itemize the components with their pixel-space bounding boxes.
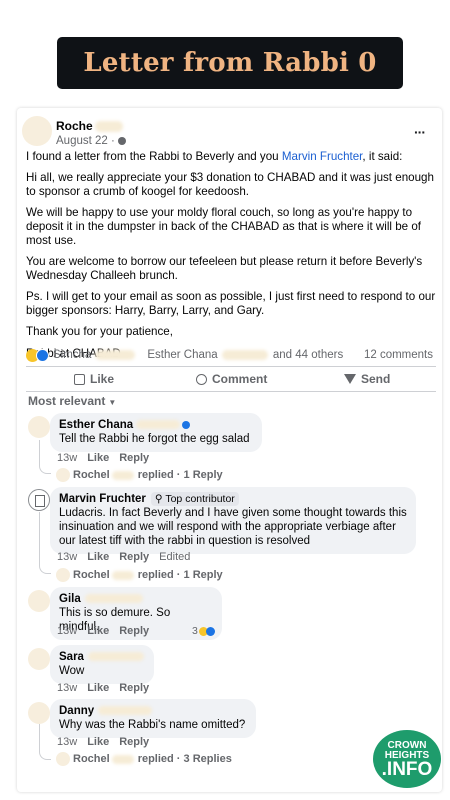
commenter-name[interactable]: Danny — [59, 704, 247, 718]
comment-bubble: Esther Chana Tell the Rabbi he forgot th… — [50, 413, 262, 452]
thread-line — [39, 440, 51, 474]
view-replies-link[interactable]: Rochel replied · 1 Reply — [56, 568, 223, 582]
more-options-icon[interactable]: ··· — [414, 124, 426, 140]
comment-like-button[interactable]: Like — [87, 736, 109, 748]
comment-button[interactable]: Comment — [196, 372, 267, 386]
comment-like-button[interactable]: Like — [87, 452, 109, 464]
post-paragraph: We will be happy to use your moldy flora… — [26, 206, 422, 247]
like-reaction-icon — [205, 626, 215, 636]
comment-reply-button[interactable]: Reply — [119, 551, 149, 563]
comment-meta: 13w Like Reply — [57, 682, 150, 694]
send-button[interactable]: Send — [344, 372, 390, 386]
comment-meta: 13w Like Reply — [57, 625, 150, 637]
send-icon — [344, 374, 356, 384]
commenter-name[interactable]: Marvin Fruchter ⚲ Top contributor — [59, 492, 407, 506]
comment-avatar[interactable] — [28, 489, 50, 511]
comment-icon — [196, 373, 207, 385]
comment-like-button[interactable]: Like — [87, 625, 109, 637]
comment-reply-button[interactable]: Reply — [119, 452, 149, 464]
post-author[interactable]: Roche — [56, 119, 123, 133]
comment-avatar[interactable] — [28, 416, 50, 438]
post-body: I found a letter from the Rabbi to Bever… — [26, 150, 436, 368]
comment-text: Wow — [59, 665, 85, 677]
mention-link[interactable]: Marvin Fruchter — [282, 150, 363, 163]
reaction-names[interactable]: Simcha Esther Chana and 44 others — [53, 349, 343, 361]
reaction-bar: Simcha Esther Chana and 44 others 12 comm… — [26, 348, 436, 364]
verified-icon — [182, 420, 191, 429]
comment-reply-button[interactable]: Reply — [119, 682, 149, 694]
view-replies-link[interactable]: Rochel replied · 3 Replies — [56, 752, 232, 766]
reaction-icons[interactable] — [26, 349, 52, 362]
comment-like-button[interactable]: Like — [87, 551, 109, 563]
crown-heights-logo: CROWN HEIGHTS .INFO — [373, 730, 441, 788]
top-contributor-badge: ⚲ Top contributor — [150, 492, 239, 506]
comment-reply-button[interactable]: Reply — [119, 736, 149, 748]
comment-sort-dropdown[interactable]: Most relevant ▼ — [28, 394, 116, 408]
redacted-name — [94, 121, 123, 133]
like-reaction-icon — [36, 349, 49, 362]
chevron-down-icon: ▼ — [108, 398, 117, 407]
like-button[interactable]: Like — [74, 372, 114, 386]
comment-meta: 13w Like Reply Edited — [57, 551, 191, 563]
commenter-name[interactable]: Esther Chana — [59, 418, 253, 432]
post-actions: Like Comment Send — [26, 366, 436, 392]
comment-avatar[interactable] — [28, 648, 50, 670]
post-paragraph: Hi all, we really appreciate your $3 don… — [26, 171, 434, 198]
commenter-name[interactable]: Gila — [59, 592, 213, 606]
comment-meta: 13w Like Reply — [57, 736, 150, 748]
globe-icon — [117, 136, 126, 145]
thumbs-up-icon — [74, 373, 85, 385]
comment-bubble: Sara Wow — [50, 645, 154, 684]
comment-text: Tell the Rabbi he forgot the egg salad — [59, 433, 250, 445]
post-paragraph: Ps. I will get to your email as soon as … — [26, 290, 436, 317]
post-timestamp[interactable]: August 22 · — [56, 135, 126, 147]
comment-bubble: Marvin Fruchter ⚲ Top contributor Ludacri… — [50, 487, 416, 554]
banner-title: Letter from Rabbi 0 — [83, 48, 377, 78]
comment-avatar[interactable] — [28, 702, 50, 724]
comment-count[interactable]: 12 comments — [364, 349, 433, 361]
comment-avatar[interactable] — [28, 590, 50, 612]
comment-meta: 13w Like Reply — [57, 452, 150, 464]
post-paragraph: You are welcome to borrow our tefeeleen … — [26, 255, 423, 282]
comment-bubble: Danny Why was the Rabbi's name omitted? — [50, 699, 256, 738]
title-banner: Letter from Rabbi 0 — [57, 37, 403, 89]
view-replies-link[interactable]: Rochel replied · 1 Reply — [56, 468, 223, 482]
comment-text: Ludacris. In fact Beverly and I have giv… — [59, 507, 407, 547]
post-paragraph: Thank you for your patience, — [26, 325, 173, 338]
thread-line — [39, 512, 51, 574]
post-intro: I found a letter from the Rabbi to Bever… — [26, 150, 403, 163]
post-author-avatar[interactable] — [22, 116, 52, 146]
comment-reaction-count[interactable]: 3 — [192, 625, 215, 637]
commenter-name[interactable]: Sara — [59, 650, 145, 664]
comment-like-button[interactable]: Like — [87, 682, 109, 694]
comment-reply-button[interactable]: Reply — [119, 625, 149, 637]
comment-text: Why was the Rabbi's name omitted? — [59, 719, 246, 731]
thread-line — [39, 724, 51, 760]
